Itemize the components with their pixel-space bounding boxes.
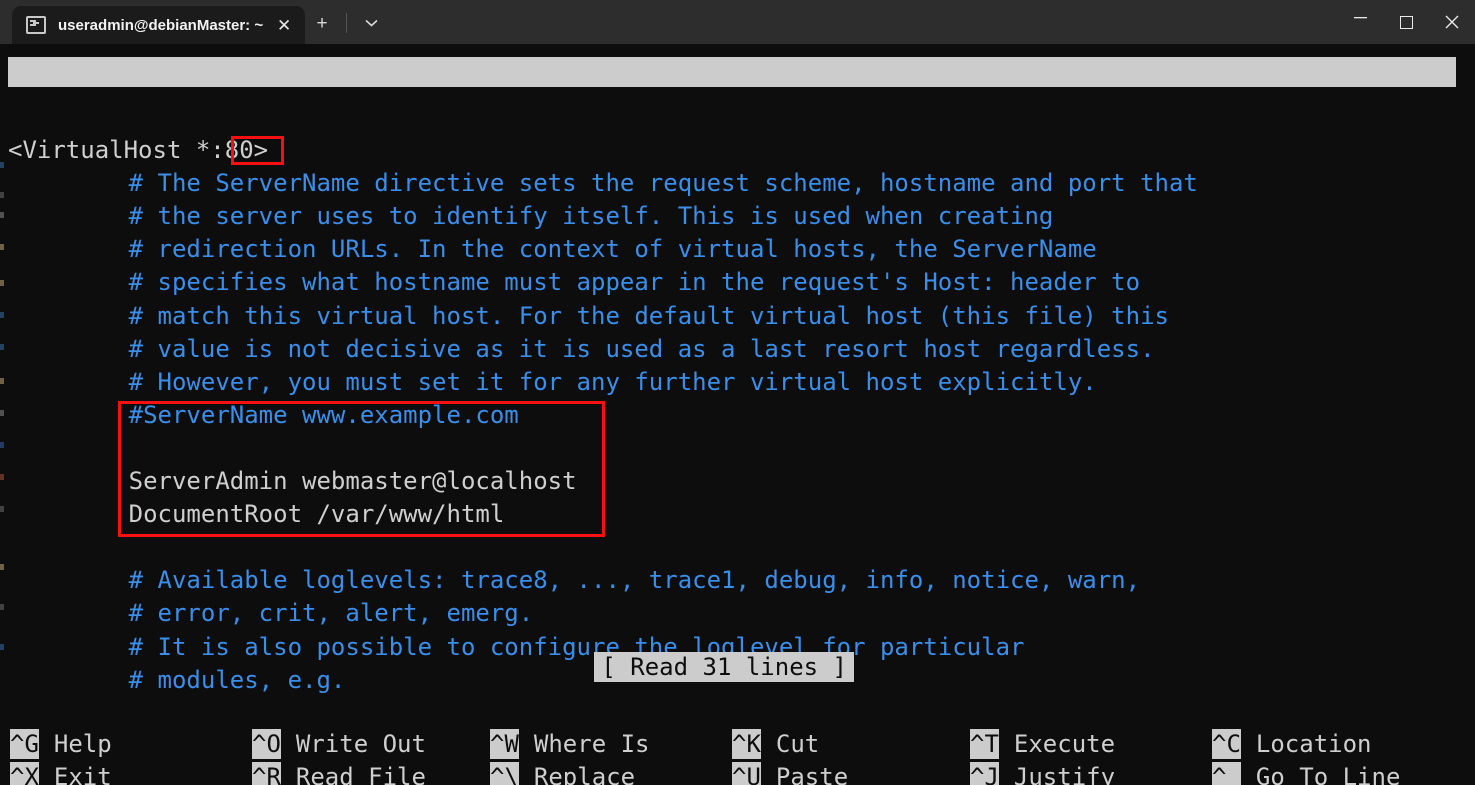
shortcut-label: Where Is [533, 730, 650, 758]
shortcut-key: ^_ [1212, 762, 1241, 785]
shortcut-label: Read File [295, 763, 426, 785]
edge-marker [0, 280, 4, 286]
tab-title: useradmin@debianMaster: ~ [58, 16, 264, 34]
edge-marker [0, 192, 4, 198]
edge-marker [0, 212, 4, 218]
shortcut-label: Write Out [295, 730, 426, 758]
chevron-down-icon[interactable] [354, 6, 388, 40]
close-tab-icon[interactable]: ✕ [269, 10, 299, 40]
editor-line: # redirection URLs. In the context of vi… [128, 235, 1097, 264]
shortcut-label: Go To Line [1255, 763, 1401, 785]
shortcut-label: Location [1255, 730, 1372, 758]
editor-line: # the server uses to identify itself. Th… [128, 202, 1054, 231]
editor-line: # value is not decisive as it is used as… [128, 334, 1155, 363]
shortcut-key: ^O [252, 729, 281, 759]
editor-line: #ServerName www.example.com [128, 400, 519, 429]
editor-line: # modules, e.g. [128, 665, 346, 694]
edge-marker [0, 564, 4, 570]
edge-marker [0, 506, 4, 512]
minimize-button[interactable] [1337, 0, 1383, 48]
tabstrip-divider [346, 13, 348, 33]
terminal-surface[interactable]: GNU nano 5.4 000-default.conf <VirtualHo… [0, 44, 1475, 785]
shortcut-key: ^J [970, 762, 999, 785]
shortcut-key: ^G [10, 729, 39, 759]
shortcut-key: ^W [490, 729, 519, 759]
window-titlebar: useradmin@debianMaster: ~ ✕ + [0, 0, 1475, 44]
nano-status-message: [ Read 31 lines ] [594, 652, 855, 682]
terminal-tab[interactable]: useradmin@debianMaster: ~ ✕ [12, 6, 306, 44]
shortcut-exit[interactable]: ^X Exit [10, 762, 112, 785]
edge-marker [0, 474, 4, 480]
shortcut-execute[interactable]: ^T Execute [970, 729, 1115, 759]
shortcut-label: Paste [775, 763, 849, 785]
shortcut-cut[interactable]: ^K Cut [732, 729, 819, 759]
edge-marker [0, 604, 4, 610]
shortcut-read-file[interactable]: ^R Read File [252, 762, 426, 785]
shortcut-write-out[interactable]: ^O Write Out [252, 729, 426, 759]
shortcut-where-is[interactable]: ^W Where Is [490, 729, 650, 759]
terminal-icon [26, 16, 46, 34]
shortcut-key: ^X [10, 762, 39, 785]
editor-line: # error, crit, alert, emerg. [128, 599, 534, 628]
new-tab-button[interactable]: + [305, 6, 339, 40]
editor-line: # It is also possible to configure the l… [128, 632, 1025, 661]
editor-line: ServerAdmin webmaster@localhost [128, 467, 577, 495]
shortcut-label: Execute [1013, 730, 1116, 758]
shortcut-key: ^R [252, 762, 281, 785]
shortcut-key: ^\ [490, 762, 519, 785]
shortcut-help[interactable]: ^G Help [10, 729, 112, 759]
shortcut-key: ^K [732, 729, 761, 759]
shortcut-justify[interactable]: ^J Justify [970, 762, 1115, 785]
maximize-icon [1399, 15, 1413, 29]
maximize-button[interactable] [1383, 0, 1429, 44]
edge-marker [0, 442, 4, 448]
shortcut-label: Replace [533, 763, 636, 785]
edge-marker [0, 344, 4, 350]
nano-titlebar: GNU nano 5.4 000-default.conf [8, 57, 1456, 87]
shortcut-paste[interactable]: ^U Paste [732, 762, 848, 785]
shortcut-label: Cut [775, 730, 820, 758]
shortcut-replace[interactable]: ^\ Replace [490, 762, 635, 785]
window-close-button[interactable] [1429, 0, 1475, 44]
editor-line: # specifies what hostname must appear in… [128, 268, 1141, 297]
shortcut-label: Help [53, 730, 112, 758]
editor-line: # The ServerName directive sets the requ… [128, 169, 1198, 198]
shortcut-key: ^C [1212, 729, 1241, 759]
shortcut-key: ^U [732, 762, 761, 785]
shortcut-location[interactable]: ^C Location [1212, 729, 1372, 759]
shortcut-go-to-line[interactable]: ^_ Go To Line [1212, 762, 1400, 785]
edge-marker [0, 378, 4, 384]
edge-marker [0, 162, 4, 168]
editor-line: <VirtualHost *:80> [8, 136, 269, 164]
shortcut-label: Exit [53, 763, 112, 785]
editor-line: # However, you must set it for any furth… [128, 367, 1097, 396]
shortcut-key: ^T [970, 729, 999, 759]
shortcut-label: Justify [1013, 763, 1116, 785]
edge-marker [0, 244, 4, 250]
edge-marker [0, 644, 4, 650]
editor-line: # Available loglevels: trace8, ..., trac… [128, 566, 1141, 595]
edge-marker [0, 410, 4, 416]
tab-strip: useradmin@debianMaster: ~ ✕ + [0, 0, 388, 44]
editor-line: # match this virtual host. For the defau… [128, 301, 1169, 330]
editor-line: DocumentRoot /var/www/html [128, 500, 505, 529]
window-controls [1337, 0, 1475, 44]
edge-marker [0, 312, 4, 318]
